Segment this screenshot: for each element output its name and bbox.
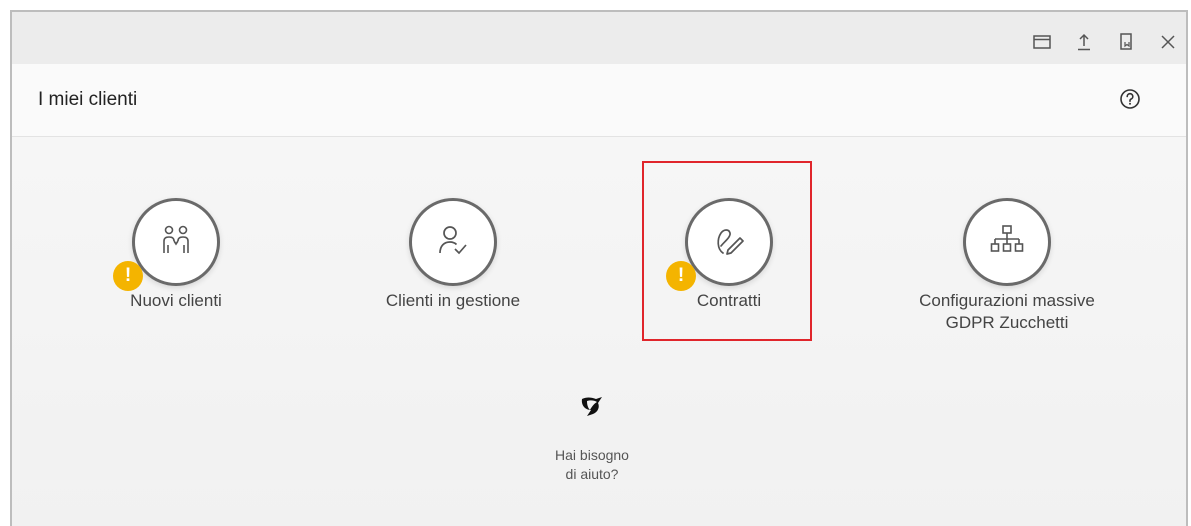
- tile-label: Nuovi clienti: [130, 291, 222, 310]
- close-icon[interactable]: [1158, 32, 1178, 52]
- tile-nuovi-clienti[interactable]: ! Nuovi clienti: [46, 198, 306, 312]
- people-icon: [159, 223, 193, 262]
- bookmark-icon[interactable]: [1116, 32, 1136, 52]
- tile-label: Clienti in gestione: [385, 291, 521, 310]
- page-title: I miei clienti: [38, 89, 138, 110]
- app-window: I miei clienti ! Nuovi clienti Clienti i…: [10, 10, 1188, 526]
- help-circle-icon[interactable]: [1118, 87, 1142, 111]
- title-bar: [12, 12, 1186, 64]
- help-text-line1: Hai bisogno: [555, 447, 629, 463]
- tile-circle: [963, 198, 1051, 286]
- zucchetti-logo-icon: [579, 395, 605, 422]
- window-icon[interactable]: [1032, 32, 1052, 52]
- help-link[interactable]: Hai bisogno di aiuto?: [532, 395, 652, 484]
- warning-badge: !: [113, 261, 143, 291]
- window-controls: [1032, 32, 1178, 52]
- tile-configurazioni-massive[interactable]: Configurazioni massive GDPR Zucchetti: [877, 198, 1137, 334]
- tile-circle: !: [113, 198, 220, 291]
- help-text-line2: di aiuto?: [565, 466, 619, 482]
- signature-icon: [711, 223, 747, 262]
- tile-label-line1: Configurazioni massive: [919, 291, 1095, 310]
- tiles-area: ! Nuovi clienti Clienti in gestione ! Co…: [12, 137, 1186, 526]
- page-header: I miei clienti: [12, 64, 1186, 137]
- warning-badge: !: [666, 261, 696, 291]
- tile-label: Contratti: [696, 291, 762, 310]
- user-check-icon: [436, 223, 470, 262]
- tile-circle: !: [666, 198, 773, 291]
- org-chart-icon: [990, 223, 1024, 262]
- tile-clienti-in-gestione[interactable]: Clienti in gestione: [323, 198, 583, 312]
- tile-circle: [409, 198, 497, 286]
- tile-label-line2: GDPR Zucchetti: [945, 313, 1069, 332]
- tile-contratti[interactable]: ! Contratti: [599, 198, 859, 312]
- upload-icon[interactable]: [1074, 32, 1094, 52]
